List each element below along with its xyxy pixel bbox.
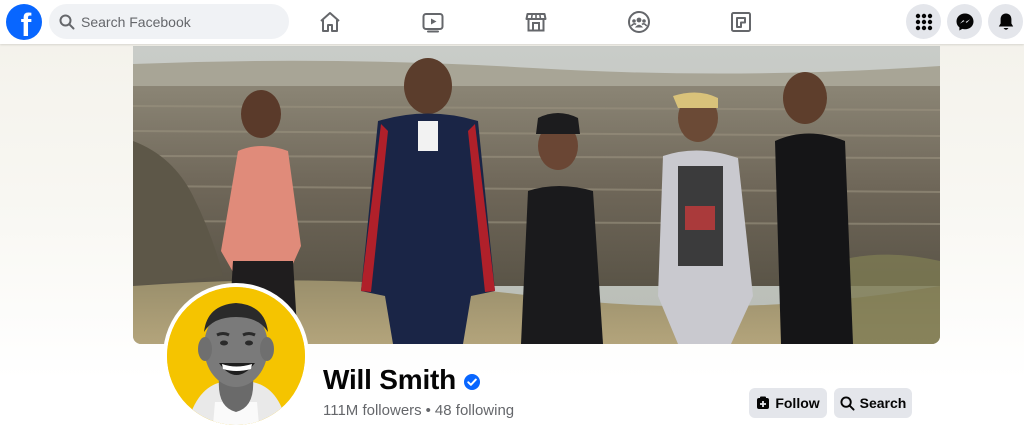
profile-stats: 111M followers • 48 following [323,402,514,419]
profile-name-row: Will Smith [323,364,481,396]
stats-separator: • [425,402,431,419]
facebook-logo-glyph: f [20,7,32,40]
notifications-button[interactable] [988,4,1023,39]
grid-menu-icon [915,13,932,30]
followers-count-link[interactable]: 111M followers [323,402,422,419]
follow-button[interactable]: Follow [749,388,827,418]
search-profile-button[interactable]: Search [834,388,912,418]
profile-picture-image [167,287,305,425]
following-count-link[interactable]: 48 following [435,402,514,419]
video-play-icon [422,13,444,33]
marketplace-store-icon [525,13,547,32]
gaming-icon [731,12,751,32]
profile-picture[interactable] [163,283,309,429]
nav-groups[interactable] [609,0,669,44]
groups-icon [628,11,650,33]
search-facebook-input[interactable] [81,13,271,30]
nav-watch[interactable] [403,0,463,44]
search-button-label: Search [859,395,907,411]
follow-button-label: Follow [775,395,820,411]
search-icon [59,14,75,29]
home-icon [320,12,340,32]
nav-gaming[interactable] [711,0,771,44]
nav-home[interactable] [300,0,360,44]
top-navigation-bar: f [0,0,1024,44]
bell-icon [998,13,1013,30]
search-icon [840,395,855,411]
profile-name: Will Smith [323,364,457,395]
facebook-logo[interactable]: f [6,4,42,40]
menu-button[interactable] [906,4,941,39]
verified-badge-icon [464,374,481,390]
messenger-icon [956,13,973,30]
search-facebook-box[interactable] [49,4,289,39]
messenger-button[interactable] [947,4,982,39]
follow-add-icon [757,396,770,409]
nav-marketplace[interactable] [506,0,566,44]
